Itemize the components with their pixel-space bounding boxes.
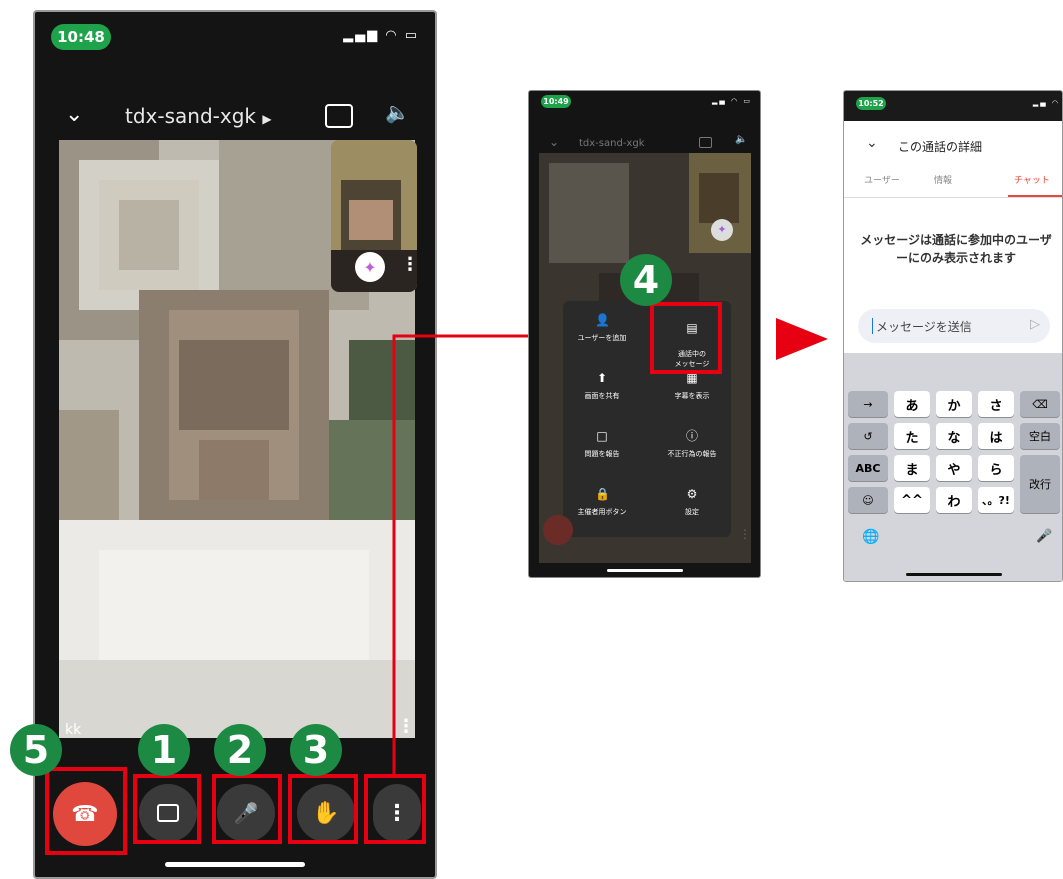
key-sa[interactable]: さ — [978, 391, 1014, 417]
menu-status-icons: ▂▄ ◠ ▭ — [712, 97, 752, 105]
menu-item-add-user[interactable]: 👤 ユーザーを追加 — [563, 301, 641, 363]
menu-meeting-code: tdx-sand-xgk — [579, 138, 645, 149]
key-ta[interactable]: た — [894, 423, 930, 449]
next-step-arrow — [776, 318, 828, 360]
chat-status-bar: 10:52 ▂▄ ◠ — [844, 91, 1062, 121]
tab-divider — [844, 197, 1062, 198]
present-icon: ⬆ — [596, 371, 608, 385]
tab-info[interactable]: 情報 — [934, 173, 952, 186]
key-na[interactable]: な — [936, 423, 972, 449]
host-lock-icon: 🔒 — [595, 487, 610, 501]
callout-4: 4 — [620, 254, 672, 306]
feedback-icon: □ — [596, 429, 608, 443]
key-punctuation[interactable]: 、。?! — [978, 487, 1014, 513]
key-ra[interactable]: ら — [978, 455, 1014, 481]
menu-item-label: ユーザーを追加 — [577, 334, 627, 342]
key-space[interactable]: 空白 — [1020, 423, 1060, 449]
menu-home-indicator — [607, 569, 683, 572]
menu-item-label: 問題を報告 — [584, 450, 620, 458]
highlight-in-call-messages — [650, 302, 722, 374]
japanese-keyboard: → あ か さ ⌫ ↺ た な は 空白 ABC ま や ら 改行 ☺ ^^ わ… — [844, 353, 1062, 581]
tab-users[interactable]: ユーザー — [864, 173, 900, 186]
menu-status-time: 10:49 — [541, 95, 571, 108]
key-next[interactable]: → — [848, 391, 888, 417]
menu-item-label: 不正行為の報告 — [667, 450, 717, 458]
menu-item-host-controls[interactable]: 🔒 主催者用ボタン — [563, 475, 641, 537]
key-delete[interactable]: ⌫ — [1020, 391, 1060, 417]
menu-item-label: 設定 — [685, 508, 699, 516]
chat-close-chevron-icon[interactable]: ⌄ — [866, 135, 878, 151]
tab-chat[interactable]: チャット — [1014, 173, 1050, 186]
key-return[interactable]: 改行 — [1020, 455, 1060, 513]
text-cursor — [872, 318, 873, 334]
menu-screen-phone: 10:49 ▂▄ ◠ ▭ ⌄ tdx-sand-xgk 🔈 ✦ 👤 ユーザーを追… — [528, 90, 761, 578]
menu-more-icon: ⋮ — [739, 527, 751, 541]
chat-status-time: 10:52 — [856, 97, 886, 110]
dictation-mic-icon[interactable]: 🎤 — [1036, 529, 1052, 544]
key-ma[interactable]: ま — [894, 455, 930, 481]
key-kaomoji[interactable]: ^^ — [894, 487, 930, 513]
menu-item-label: 主催者用ボタン — [577, 508, 627, 516]
message-input[interactable]: メッセージを送信 ▷ — [858, 309, 1050, 343]
key-ha[interactable]: は — [978, 423, 1014, 449]
menu-item-settings[interactable]: ⚙ 設定 — [653, 475, 731, 537]
chat-status-icons: ▂▄ ◠ — [1032, 99, 1060, 107]
menu-sparkle-icon: ✦ — [711, 219, 733, 241]
report-icon: ⓘ — [685, 429, 698, 443]
chat-header-title: この通話の詳細 — [898, 140, 983, 154]
chat-notice: メッセージは通話に参加中のユーザーにのみ表示されます — [860, 233, 1052, 265]
key-abc[interactable]: ABC — [848, 455, 888, 481]
globe-icon[interactable]: 🌐 — [862, 529, 879, 545]
person-add-icon: 👤 — [595, 313, 610, 327]
chat-home-indicator — [906, 573, 1002, 576]
key-wa[interactable]: わ — [936, 487, 972, 513]
key-ya[interactable]: や — [936, 455, 972, 481]
menu-end-call-button — [543, 515, 573, 545]
menu-camera-icon — [699, 137, 712, 148]
chat-screen-phone: 10:52 ▂▄ ◠ ⌄ この通話の詳細 ユーザー 情報 チャット メッセージは… — [843, 90, 1063, 582]
key-ka[interactable]: か — [936, 391, 972, 417]
menu-item-label: 画面を共有 — [584, 392, 620, 400]
menu-item-label: 字幕を表示 — [674, 392, 710, 400]
key-undo[interactable]: ↺ — [848, 423, 888, 449]
key-a[interactable]: あ — [894, 391, 930, 417]
menu-chevron-icon: ⌄ — [549, 135, 560, 149]
key-emoji[interactable]: ☺ — [848, 487, 888, 513]
menu-item-share-screen[interactable]: ⬆ 画面を共有 — [563, 359, 641, 421]
menu-item-report-problem[interactable]: □ 問題を報告 — [563, 417, 641, 479]
menu-speaker-icon: 🔈 — [735, 134, 748, 145]
message-input-placeholder: メッセージを送信 — [876, 320, 972, 334]
gear-icon: ⚙ — [686, 487, 698, 501]
menu-item-report-abuse[interactable]: ⓘ 不正行為の報告 — [653, 417, 731, 479]
send-icon[interactable]: ▷ — [1030, 317, 1040, 332]
